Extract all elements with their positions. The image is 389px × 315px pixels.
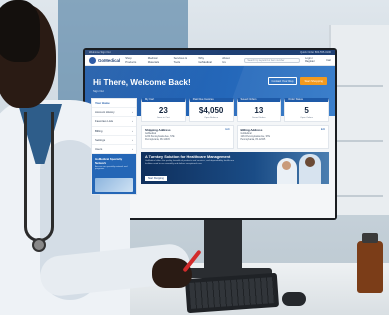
address-row: Shipping Address Edit GoMedical 1234 Pen… (141, 125, 329, 149)
dashboard-body: Your Home Account History › Favorites Lis… (85, 98, 335, 196)
chevron-right-icon: › (132, 147, 133, 152)
sidebar-item-billing[interactable]: Billing › (92, 127, 136, 136)
stat-label: Saved Orders (240, 98, 257, 102)
shelf (329, 25, 389, 215)
sidebar-item-favorites[interactable]: Favorites Lists › (92, 117, 136, 127)
utility-right[interactable]: Quick Order 800-555-0100 (300, 51, 331, 54)
address-title: Shipping Address (145, 128, 171, 132)
cart-icon stat-label: My Cart (145, 98, 155, 102)
stat-sub: Saved Orders (252, 117, 266, 119)
sidebar-item-label: Your Home (95, 101, 110, 106)
address-line: GoMedical (240, 133, 252, 135)
edit-shipping-link[interactable]: Edit (225, 128, 229, 131)
stat-label: Past Due Invoices (192, 98, 214, 102)
address-title: Billing Address (240, 128, 263, 132)
stat-card-my-cart[interactable]: My Cart 23 Items in Cart (141, 98, 186, 122)
chevron-right-icon: › (132, 137, 133, 142)
stat-value: $4,050 (198, 106, 224, 115)
dashboard-main: My Cart 23 Items in Cart Past Due Invoic… (141, 98, 329, 195)
sidebar-item-label: Users (95, 147, 103, 152)
hero-actions: Contact Your Rep Start Shopping (267, 77, 327, 85)
sidebar-item-label: Account History (95, 110, 115, 115)
stat-value: 13 (254, 106, 264, 115)
edit-billing-link[interactable]: Edit (321, 128, 325, 131)
nav-item-services-tools[interactable]: Services & Tools (174, 56, 194, 64)
stethoscope-head (32, 238, 46, 252)
stat-card-past-due[interactable]: Past Due Invoices $4,050 Open Balance (188, 98, 234, 122)
start-shopping-button[interactable]: Start Shopping (300, 77, 327, 85)
sidebar-item-your-home[interactable]: Your Home (92, 99, 136, 109)
stat-value: 5 (304, 106, 309, 115)
sidebar-item-account-history[interactable]: Account History › (92, 108, 136, 118)
search-input[interactable]: Search by keyword or item number (244, 57, 301, 63)
chevron-right-icon: › (132, 110, 133, 115)
chevron-right-icon: › (132, 119, 133, 124)
address-line: Pennsylvania, PA 12345 (240, 139, 266, 141)
chevron-right-icon: › (132, 128, 133, 133)
promo-description: Access our specialty network and program… (95, 166, 128, 171)
banner-title: A Turnkey Solution for Healthcare Manage… (145, 155, 231, 159)
sidebar-item-label: Settings (95, 137, 106, 142)
sidebar-item-users[interactable]: Users › (92, 145, 136, 155)
nav-right: Login / Register Cart (305, 57, 331, 63)
stats-row: My Cart 23 Items in Cart Past Due Invoic… (141, 98, 329, 122)
hand (152, 258, 192, 288)
promo-title: GoMedical Specialty Network (95, 157, 123, 166)
cart-link[interactable]: Cart (326, 59, 331, 62)
address-line: 1234 Pennsylvania Ave, STE (145, 136, 175, 138)
shipping-address-card: Shipping Address Edit GoMedical 1234 Pen… (141, 125, 234, 149)
stat-sub: Open Balance (204, 117, 219, 119)
bottle (357, 233, 383, 293)
monitor-stand (204, 220, 242, 272)
sidebar-item-label: Favorites Lists (95, 119, 114, 124)
promo-image (95, 178, 133, 193)
hair (0, 0, 40, 62)
keyboard (184, 272, 280, 314)
stat-label: Order Status (288, 98, 303, 102)
mouse (282, 292, 306, 306)
account-sidebar: Your Home Account History › Favorites Lis… (91, 98, 137, 196)
login-link[interactable]: Login / Register (305, 57, 322, 63)
address-line: Pennsylvania, PA 12345 (145, 139, 170, 141)
nav-item-why-gomedical[interactable]: Why GoMedical (198, 56, 217, 64)
address-line: 1234 Pennsylvania Ave, STE (240, 136, 271, 138)
contact-rep-button[interactable]: Contact Your Rep (267, 77, 298, 85)
banner-shop-button[interactable]: Start Shopping (145, 176, 167, 181)
stat-sub: Items in Cart (157, 117, 170, 119)
stat-sub: Open Orders (300, 117, 313, 119)
address-line: GoMedical (145, 133, 156, 135)
specialty-promo[interactable]: GoMedical Specialty Network Access our s… (92, 154, 136, 195)
banner-description: GoMedical offers the quality, breadth of… (145, 160, 235, 165)
sidebar-item-label: Billing (95, 128, 103, 133)
stethoscope (24, 112, 54, 242)
stat-value: 23 (158, 106, 168, 115)
stat-card-saved-orders[interactable]: Saved Orders 13 Saved Orders (236, 98, 282, 122)
sidebar-item-settings[interactable]: Settings › (92, 136, 136, 145)
doctor-image (277, 158, 297, 184)
nav-item-about-us[interactable]: About Us (222, 56, 233, 64)
billing-address-card: Billing Address Edit GoMedical 1234 Penn… (236, 125, 329, 149)
doctor-image (299, 154, 321, 184)
stat-card-order-status[interactable]: Order Status 5 Open Orders (284, 98, 329, 122)
promo-banner: A Turnkey Solution for Healthcare Manage… (141, 152, 329, 184)
